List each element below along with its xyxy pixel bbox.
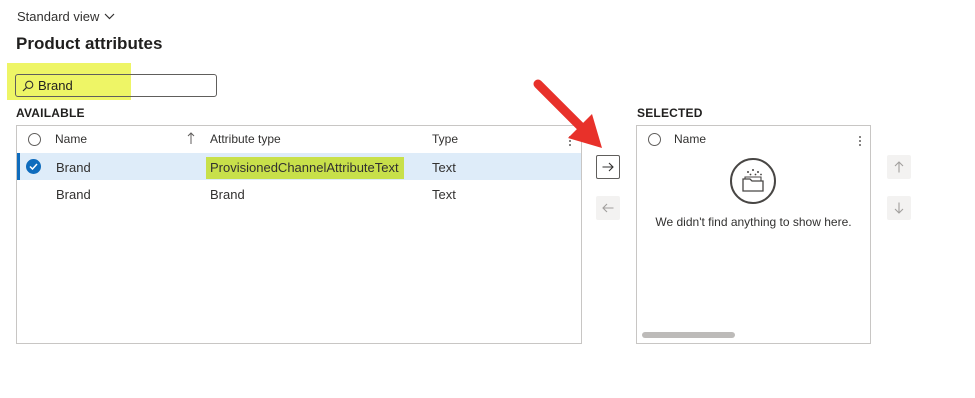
column-options-icon[interactable] <box>859 135 863 148</box>
row-checkmark-icon[interactable] <box>26 159 41 174</box>
column-header-type[interactable]: Type <box>432 132 458 146</box>
select-all-radio[interactable] <box>28 133 41 146</box>
search-box[interactable] <box>15 74 217 97</box>
page-title: Product attributes <box>16 34 163 53</box>
row-selected-accent <box>17 153 20 180</box>
cell-attribute-type: ProvisionedChannelAttributeText <box>206 157 404 179</box>
annotation-arrow-icon <box>533 79 602 148</box>
cell-name: Brand <box>56 187 91 202</box>
view-switcher[interactable]: Standard view <box>17 9 115 24</box>
move-left-button[interactable] <box>596 196 620 220</box>
select-all-radio[interactable] <box>648 133 661 146</box>
empty-message: We didn't find anything to show here. <box>655 215 852 229</box>
arrow-right-icon <box>602 162 614 172</box>
chevron-down-icon <box>104 13 115 20</box>
available-label: AVAILABLE <box>16 106 85 120</box>
selected-label: SELECTED <box>637 106 703 120</box>
sort-ascending-icon[interactable] <box>187 132 195 145</box>
move-up-button[interactable] <box>887 155 911 179</box>
available-grid: Name Attribute type Type Brand Provision… <box>16 125 582 344</box>
column-header-attribute-type[interactable]: Attribute type <box>210 132 281 146</box>
move-down-button[interactable] <box>887 196 911 220</box>
table-row[interactable]: Brand Brand Text <box>17 180 581 207</box>
arrow-up-icon <box>894 161 904 173</box>
cell-attribute-type: Brand <box>210 187 245 202</box>
search-input[interactable] <box>34 78 208 93</box>
move-right-button[interactable] <box>596 155 620 179</box>
column-header-name[interactable]: Name <box>55 132 87 146</box>
cell-type: Text <box>432 160 456 175</box>
arrow-left-icon <box>602 203 614 213</box>
view-label: Standard view <box>17 9 100 24</box>
table-row[interactable]: Brand ProvisionedChannelAttributeText Te… <box>17 153 581 180</box>
cell-name: Brand <box>56 160 91 175</box>
search-icon <box>22 80 34 91</box>
selected-grid: Name We didn't find anything to show her… <box>636 125 871 344</box>
cell-type: Text <box>432 187 456 202</box>
empty-folder-icon <box>730 158 776 204</box>
arrow-down-icon <box>894 202 904 214</box>
horizontal-scrollbar[interactable] <box>642 332 735 338</box>
column-header-name[interactable]: Name <box>674 132 706 146</box>
